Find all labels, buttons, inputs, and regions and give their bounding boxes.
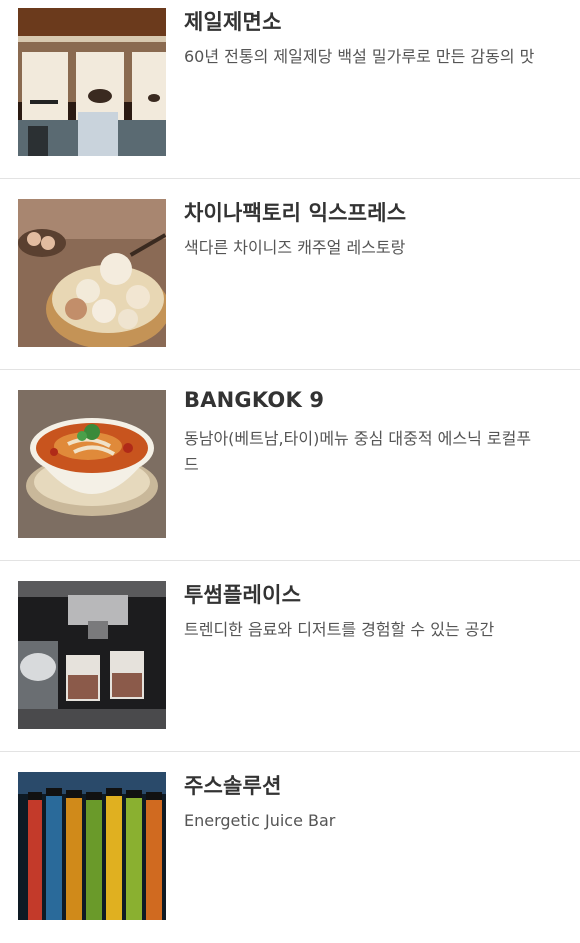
espresso-photo (18, 581, 166, 729)
restaurant-description: 60년 전통의 제일제당 백설 밀가루로 만든 감동의 맛 (184, 47, 535, 66)
dim-sum-photo (18, 199, 166, 347)
restaurant-name: 투썸플레이스 (184, 583, 302, 607)
list-item[interactable]: 투썸플레이스 트렌디한 음료와 디저트를 경험할 수 있는 공간 (0, 561, 580, 752)
thai-soup-photo (18, 390, 166, 538)
list-item[interactable]: 차이나팩토리 익스프레스 색다른 차이니즈 캐주얼 레스토랑 (0, 179, 580, 370)
restaurant-name: BANGKOK 9 (184, 388, 325, 412)
list-item[interactable]: BANGKOK 9 동남아(베트남,타이)메뉴 중심 대중적 에스닉 로컬푸드 (0, 370, 580, 561)
restaurant-name: 주스솔루션 (184, 774, 282, 798)
restaurant-description: 색다른 차이니즈 캐주얼 레스토랑 (184, 238, 406, 257)
restaurant-description: 동남아(베트남,타이)메뉴 중심 대중적 에스닉 로컬푸드 (184, 429, 532, 474)
list-item[interactable]: 제일제면소 60년 전통의 제일제당 백설 밀가루로 만든 감동의 맛 (0, 0, 580, 179)
restaurant-name: 차이나팩토리 익스프레스 (184, 201, 407, 225)
juice-bottles-photo (18, 772, 166, 920)
list-item[interactable]: 주스솔루션 Energetic Juice Bar (0, 752, 580, 943)
restaurant-description: 트렌디한 음료와 디저트를 경험할 수 있는 공간 (184, 620, 495, 639)
noodle-shop-photo (18, 8, 166, 156)
restaurant-description: Energetic Juice Bar (184, 811, 336, 830)
restaurant-name: 제일제면소 (184, 10, 282, 34)
restaurant-list: 제일제면소 60년 전통의 제일제당 백설 밀가루로 만든 감동의 맛 차이나팩… (0, 0, 580, 943)
